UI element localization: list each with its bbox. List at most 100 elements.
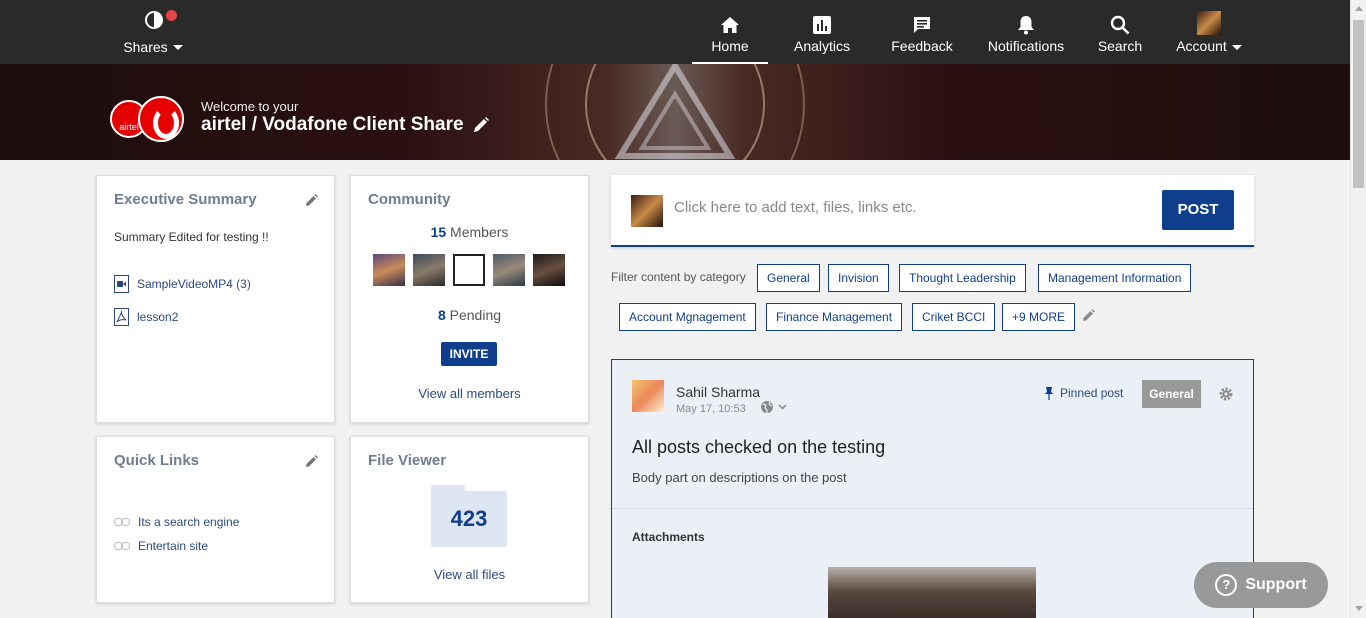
home-icon — [721, 17, 739, 33]
scrollbar[interactable] — [1350, 0, 1366, 618]
chevron-down-icon — [778, 404, 787, 410]
post-settings-button[interactable] — [1218, 386, 1234, 407]
gear-icon — [1219, 387, 1233, 401]
share-title: airtel / Vodafone Client Share — [201, 114, 464, 135]
edit-quick-links-button[interactable] — [305, 455, 318, 473]
shares-logo-icon — [145, 11, 163, 29]
member-avatar[interactable] — [453, 254, 485, 286]
category-chip[interactable]: Criket BCCI — [912, 303, 996, 331]
nav-search[interactable]: Search — [1094, 0, 1146, 64]
member-avatar[interactable] — [533, 254, 565, 286]
pinned-label: Pinned post — [1060, 386, 1124, 400]
link-icon — [114, 518, 130, 526]
vodafone-logo — [138, 96, 184, 142]
globe-icon — [761, 401, 773, 413]
card-title: Quick Links — [114, 452, 200, 469]
help-icon: ? — [1215, 574, 1238, 596]
avatar[interactable] — [632, 380, 664, 412]
shares-label: Shares — [123, 39, 168, 55]
category-chip[interactable]: Finance Management — [766, 303, 903, 331]
banner-triangle-graphic — [614, 64, 736, 159]
file-name: lesson2 — [137, 310, 179, 324]
folder-icon[interactable]: 423 — [431, 485, 507, 547]
notification-dot — [166, 10, 177, 21]
quick-link[interactable]: Its a search engine — [114, 515, 239, 529]
community-card: Community 15 Members 8 Pending INVITE Vi… — [350, 175, 589, 423]
nav-home-label: Home — [711, 38, 749, 54]
post-title: All posts checked on the testing — [632, 437, 886, 457]
bell-icon — [1018, 16, 1034, 35]
quick-link-label: Entertain site — [138, 539, 209, 553]
link-icon — [114, 542, 130, 550]
scrollbar-thumb[interactable] — [1353, 20, 1364, 188]
filter-label: Filter content by category — [611, 270, 746, 284]
summary-text: Summary Edited for testing !! — [114, 230, 269, 244]
member-avatar[interactable] — [373, 254, 405, 286]
members-count[interactable]: 15 Members — [351, 224, 588, 240]
post-body: Body part on descriptions on the post — [632, 470, 847, 485]
attachments-heading: Attachments — [632, 530, 705, 544]
more-categories-chip[interactable]: +9 MORE — [1002, 303, 1076, 331]
pencil-icon — [474, 117, 489, 132]
scroll-up-icon[interactable] — [1355, 6, 1363, 11]
invite-button[interactable]: INVITE — [441, 342, 497, 366]
post-button[interactable]: POST — [1162, 190, 1234, 230]
welcome-text: Welcome to your — [201, 99, 299, 114]
pending-count[interactable]: 8 Pending — [351, 307, 588, 323]
post-date: May 17, 10:53 — [676, 403, 746, 415]
search-icon — [1110, 15, 1130, 35]
pin-icon — [1044, 387, 1054, 400]
nav-home[interactable]: Home — [692, 0, 768, 64]
view-all-members-link[interactable]: View all members — [351, 386, 588, 401]
member-avatar[interactable] — [413, 254, 445, 286]
visibility-selector[interactable] — [760, 400, 787, 414]
top-navbar: Shares Home Analytics Feedback Notificat… — [0, 0, 1350, 64]
scroll-down-icon[interactable] — [1355, 606, 1363, 611]
pinned-post: Sahil Sharma May 17, 10:53 Pinned post G… — [611, 359, 1254, 618]
pencil-icon — [1083, 309, 1095, 321]
pencil-icon — [306, 194, 318, 206]
analytics-icon — [813, 16, 831, 34]
video-file-icon — [114, 275, 129, 293]
nav-account[interactable]: Account — [1174, 0, 1244, 64]
edit-share-title-button[interactable] — [472, 116, 490, 139]
category-chip[interactable]: Thought Leadership — [899, 264, 1026, 292]
nav-feedback[interactable]: Feedback — [890, 0, 954, 64]
nav-notifications-label: Notifications — [987, 38, 1065, 54]
category-chip[interactable]: Management Information — [1038, 264, 1192, 292]
pencil-icon — [306, 455, 318, 467]
nav-search-label: Search — [1097, 38, 1143, 54]
category-chip[interactable]: General — [757, 264, 820, 292]
quick-links-card: Quick Links Its a search engine Entertai… — [96, 436, 335, 603]
feedback-icon — [914, 17, 930, 33]
avatar — [1197, 11, 1221, 35]
pdf-file-icon — [114, 308, 129, 326]
support-button[interactable]: ? Support — [1194, 562, 1328, 608]
quick-link[interactable]: Entertain site — [114, 539, 208, 553]
chevron-down-icon — [1231, 44, 1242, 50]
composer-input[interactable]: Click here to add text, files, links etc… — [674, 199, 917, 216]
edit-categories-button[interactable] — [1082, 309, 1095, 327]
shares-menu[interactable]: Shares — [118, 10, 188, 57]
nav-analytics[interactable]: Analytics — [786, 0, 858, 64]
nav-feedback-label: Feedback — [891, 38, 953, 54]
member-avatars — [373, 254, 565, 286]
post-category-tag[interactable]: General — [1142, 380, 1201, 408]
member-avatar[interactable] — [493, 254, 525, 286]
nav-notifications[interactable]: Notifications — [984, 0, 1068, 64]
nav-account-label: Account — [1176, 38, 1227, 54]
file-count: 423 — [450, 506, 488, 531]
file-link-pdf[interactable]: lesson2 — [114, 308, 178, 326]
edit-summary-button[interactable] — [305, 194, 318, 212]
divider — [612, 508, 1253, 509]
pinned-indicator: Pinned post — [1044, 386, 1123, 400]
post-author[interactable]: Sahil Sharma — [676, 384, 760, 400]
card-title: File Viewer — [368, 452, 447, 469]
file-link-video[interactable]: SampleVideoMP4 (3) — [114, 275, 251, 293]
file-viewer-card: File Viewer 423 View all files — [350, 436, 589, 603]
category-chip[interactable]: Invision — [828, 264, 889, 292]
attachment-image[interactable] — [828, 567, 1036, 618]
post-composer: Click here to add text, files, links etc… — [611, 175, 1254, 247]
category-chip[interactable]: Account Mgnagement — [619, 303, 756, 331]
view-all-files-link[interactable]: View all files — [351, 567, 588, 582]
